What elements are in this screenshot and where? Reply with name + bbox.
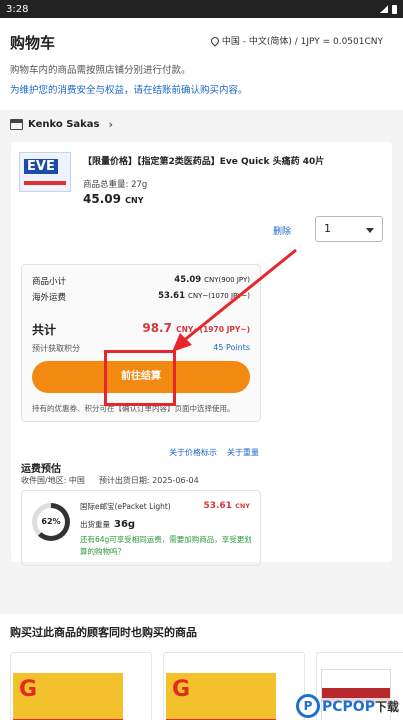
shipping-estimate-box: 62% 国际e邮宝(ePacket Light) 53.61 CNY 出货重量 3… [21,490,261,566]
chevron-down-icon [366,228,374,233]
delete-button[interactable]: 删除 [273,224,291,237]
signal-icon [380,5,388,13]
status-time: 3:28 [6,3,29,15]
points-value[interactable]: 45 Points [213,343,250,352]
product-logo-g: G [172,677,191,702]
status-bar: 3:28 [0,0,403,18]
points-label: 预计获取积分 [32,344,80,353]
subtotal-row: 商品小计 45.09 CNY(900 JPY) [32,275,250,287]
subtotal-unit: CNY(900 JPY) [204,276,250,284]
seller-name: Kenko Sakas [28,119,100,130]
info-links: 关于价格标示 关于重量 [169,447,259,458]
shipping-fee-unit: CNY~(1070 JPY~) [187,292,250,300]
product-name[interactable]: 【限量价格】【指定第2类医药品】Eve Quick 头痛药 40片 [83,154,383,167]
shipping-weight: 出货重量 36g [80,519,135,530]
watermark: P PCPOP下载 [296,694,399,718]
region-selector[interactable]: 中国 - 中文(简体) / 1JPY = 0.0501CNY [209,34,383,47]
total-label: 共计 [32,323,57,337]
shipping-weight-value: 36g [114,519,136,530]
total-value: 98.7 [142,321,172,335]
quantity-select[interactable]: 1 [315,216,383,242]
quantity-value: 1 [324,222,331,235]
product-weight: 商品总重量: 27g [83,180,148,190]
shipping-cost: 53.61 CNY [203,501,250,511]
watermark-logo-icon: P [296,694,321,718]
total-unit: CNY~(1970 JPY~) [176,325,250,334]
product-logo-g: G [19,677,38,702]
product-price: 45.09 CNY [83,192,144,206]
shipping-estimate-title: 运费预估 [21,464,61,475]
total-price: 98.7 CNY~(1970 JPY~) [142,321,250,335]
subtotal-label: 商品小计 [32,277,67,287]
watermark-suffix: 下载 [374,699,399,714]
seller-link[interactable]: Kenko Sakas › [10,118,113,131]
shipping-cost-value: 53.61 [203,501,232,511]
recommended-product-card[interactable]: G [163,652,305,720]
region-label: 中国 - 中文(简体) / 1JPY = 0.0501CNY [221,37,383,47]
shipping-fee-row: 海外运费 53.61 CNY~(1070 JPY~) [32,291,250,303]
product-image-text: EVE [24,159,58,174]
security-notice: 为维护您的消费安全与权益，请在结账前确认购买内容。 [10,85,248,96]
shipping-progress-ring: 62% [32,503,70,541]
recommended-product-card[interactable]: G [10,652,152,720]
shipping-fee-label: 海外运费 [32,293,67,303]
shipping-method: 国际e邮宝(ePacket Light) [80,502,171,511]
annotation-highlight-box [104,350,176,406]
price-note-link[interactable]: 关于价格标示 [169,447,217,458]
chevron-right-icon: › [108,118,114,131]
watermark-brand: PCPOP [322,698,375,715]
subtotal-value: 45.09 [174,275,202,285]
shipping-date: 预计出货日期: 2025-06-04 [98,476,199,485]
cart-description: 购物车内的商品需按照店铺分别进行付款。 [10,65,191,76]
cart-header: 购物车 中国 - 中文(简体) / 1JPY = 0.0501CNY 购物车内的… [0,18,403,110]
product-price-value: 45.09 [83,192,121,206]
recommendations-title: 购买过此商品的顾客同时也购买的商品 [10,626,197,639]
location-pin-icon [209,34,221,47]
shipping-tip-link[interactable]: 还有64g可享受相同运费，需要加购商品，享受更划算的购物吗？ [80,534,252,558]
shop-icon [10,119,23,130]
shipping-destination: 收件国/地区: 中国 [21,476,85,485]
product-image[interactable]: EVE [19,152,71,192]
recommended-product-image: G [166,673,276,720]
product-image-stripe [24,181,66,185]
cart-page: 购物车 中国 - 中文(简体) / 1JPY = 0.0501CNY 购物车内的… [0,18,403,720]
watermark-text: PCPOP下载 [322,697,399,715]
shipping-weight-label: 出货重量 [80,520,110,529]
page-title: 购物车 [10,34,56,52]
shipping-progress-label: 62% [37,508,65,536]
battery-icon [392,4,397,14]
product-price-currency: CNY [125,196,144,205]
status-icons [380,4,397,14]
cart-item-card: EVE 【限量价格】【指定第2类医药品】Eve Quick 头痛药 40片 商品… [11,142,392,566]
shipping-fee-value: 53.61 [158,291,185,301]
weight-note-link[interactable]: 关于重量 [227,447,259,458]
shipping-info: 收件国/地区: 中国 预计出货日期: 2025-06-04 [21,475,199,486]
recommended-product-image: G [13,673,123,720]
shipping-cost-unit: CNY [235,502,250,510]
